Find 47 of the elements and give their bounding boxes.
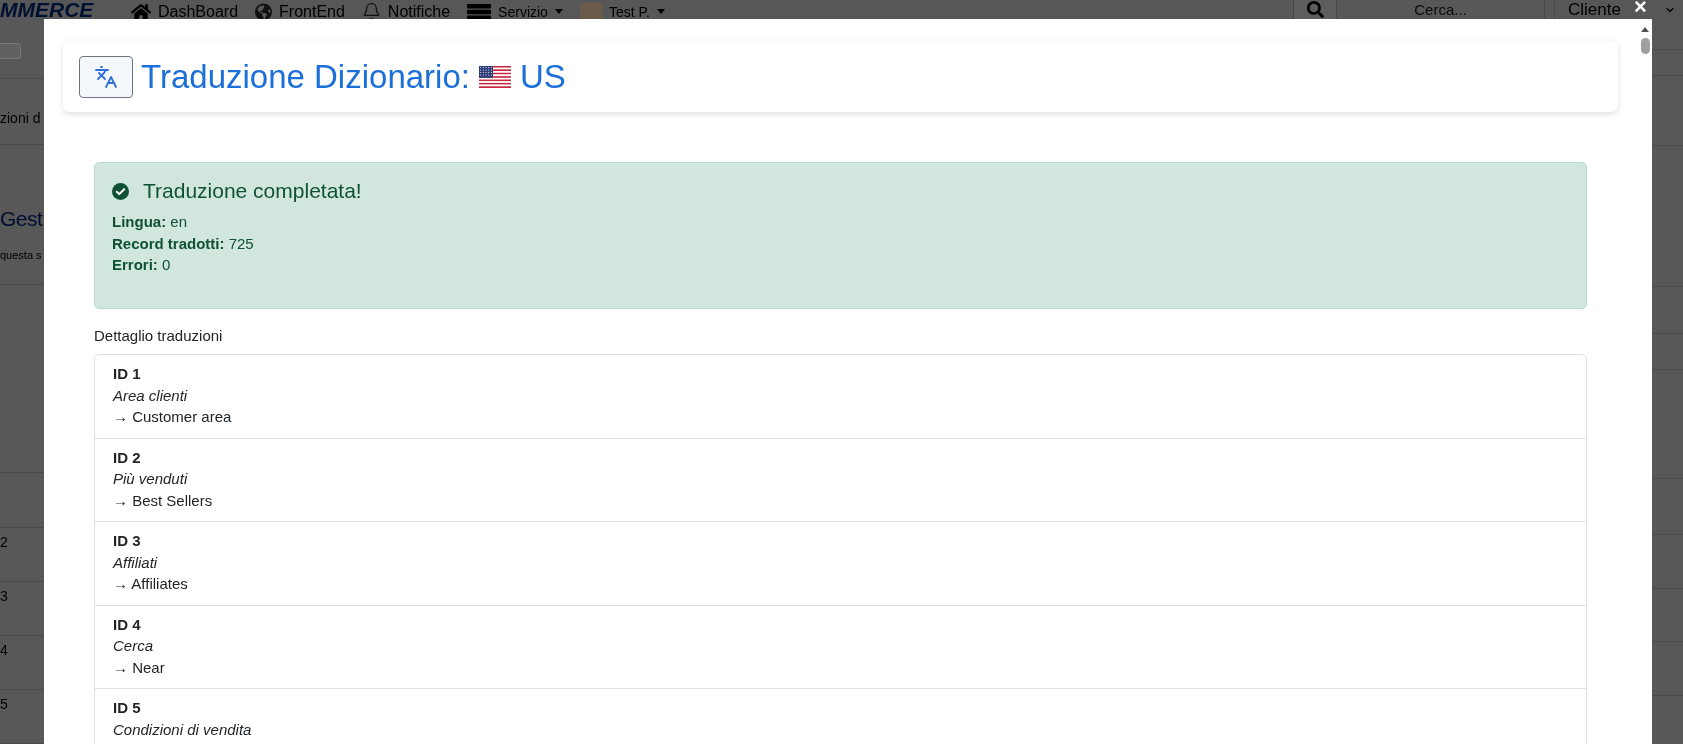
home-icon: [131, 2, 151, 21]
page-subtitle: questa s: [0, 248, 43, 262]
globe-icon: [255, 2, 273, 21]
close-button[interactable]: ×: [1634, 0, 1647, 14]
translation-text: → Near: [113, 657, 165, 678]
translation-text: → Best Sellers: [113, 490, 213, 511]
alert-heading: Traduzione completata!: [143, 178, 362, 204]
item-id: ID 5: [113, 698, 141, 718]
alert-line: Lingua: en: [112, 212, 187, 232]
source-text: Area clienti: [113, 385, 188, 406]
item-id: ID 2: [113, 447, 141, 468]
search-icon: [1306, 1, 1324, 18]
search-button[interactable]: [1293, 0, 1337, 19]
scroll-up-arrow-icon[interactable]: [1641, 27, 1649, 32]
nav-link[interactable]: Notifiche: [361, 2, 451, 21]
translate-icon: [94, 64, 118, 89]
nav-link[interactable]: DashBoard: [131, 2, 239, 21]
item-id: ID 1: [113, 364, 141, 384]
alert-line: Record tradotti: 725: [112, 233, 254, 254]
row-number: 2: [0, 534, 9, 550]
details-title: Dettaglio traduzioni: [94, 325, 223, 346]
server-icon: [467, 3, 492, 20]
nav-link[interactable]: FrontEnd: [255, 2, 345, 21]
translation-text: → Affiliates: [113, 574, 188, 594]
item-id: ID 4: [113, 614, 141, 635]
row-number: 5: [0, 696, 9, 712]
translate-button[interactable]: [79, 55, 133, 98]
modal-title: Traduzione Dizionario:: [141, 56, 470, 97]
row-number: 3: [0, 588, 9, 604]
nav-link[interactable]: Servizio: [467, 3, 563, 20]
item-id: ID 3: [113, 531, 141, 551]
page-heading: Gest: [0, 205, 44, 232]
translation-text: → Customer area: [113, 407, 232, 427]
source-text: Affiliati: [113, 552, 158, 573]
flag-icon: [478, 65, 511, 88]
bell-icon: [361, 2, 381, 21]
breadcrumb-text: zioni d: [0, 110, 42, 127]
source-text: Cerca: [113, 636, 153, 656]
nav-link[interactable]: Test P.: [579, 3, 665, 20]
row-number: 4: [0, 642, 9, 658]
logo[interactable]: MMERCE: [0, 0, 107, 19]
language-code: US: [519, 56, 566, 97]
scrollbar-thumb[interactable]: [1640, 38, 1650, 54]
check-circle-icon: [112, 182, 129, 200]
alert-line: Errori: 0: [112, 255, 171, 275]
source-text: Più venduti: [113, 469, 188, 489]
source-text: Condizioni di vendita: [113, 719, 252, 740]
